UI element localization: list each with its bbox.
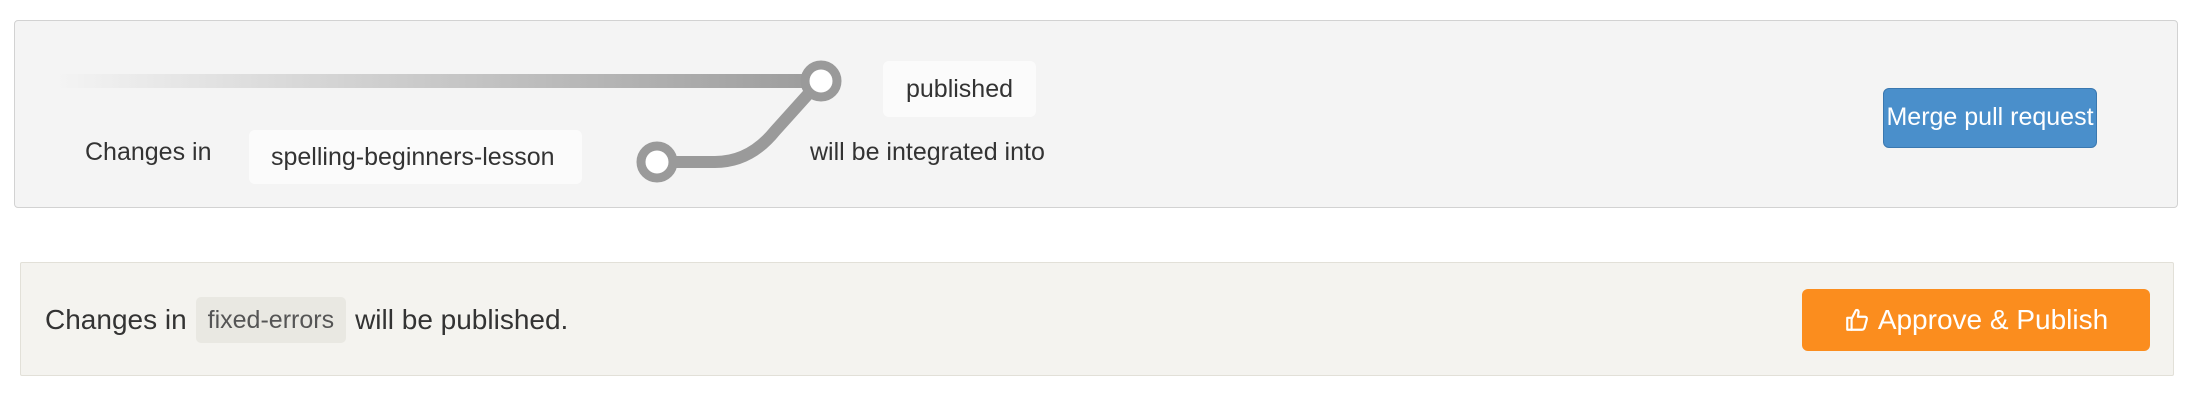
merge-panel: Changes in spelling-beginners-lesson pub…	[14, 20, 2178, 208]
publish-changes-in-label: Changes in	[45, 304, 187, 335]
publish-panel: Changes in fixed-errors will be publishe…	[20, 262, 2174, 376]
source-branch-node	[636, 141, 678, 183]
source-branch-chip: spelling-beginners-lesson	[249, 130, 582, 184]
approve-publish-button[interactable]: Approve & Publish	[1802, 289, 2150, 351]
changes-in-label: Changes in	[85, 138, 212, 166]
target-branch-chip: published	[883, 61, 1036, 117]
publish-branch-chip: fixed-errors	[195, 297, 347, 343]
approve-publish-label: Approve & Publish	[1877, 304, 2109, 335]
target-branch-node	[800, 60, 842, 102]
integrated-into-label: will be integrated into	[810, 138, 1045, 166]
publish-message: Changes in fixed-errors will be publishe…	[45, 295, 568, 345]
thumbs-up-icon	[1844, 307, 1870, 333]
merge-pull-request-button[interactable]: Merge pull request	[1883, 88, 2097, 148]
publish-suffix-label: will be published.	[355, 304, 569, 335]
target-branch-line	[55, 74, 835, 88]
source-branch-line	[651, 75, 826, 168]
